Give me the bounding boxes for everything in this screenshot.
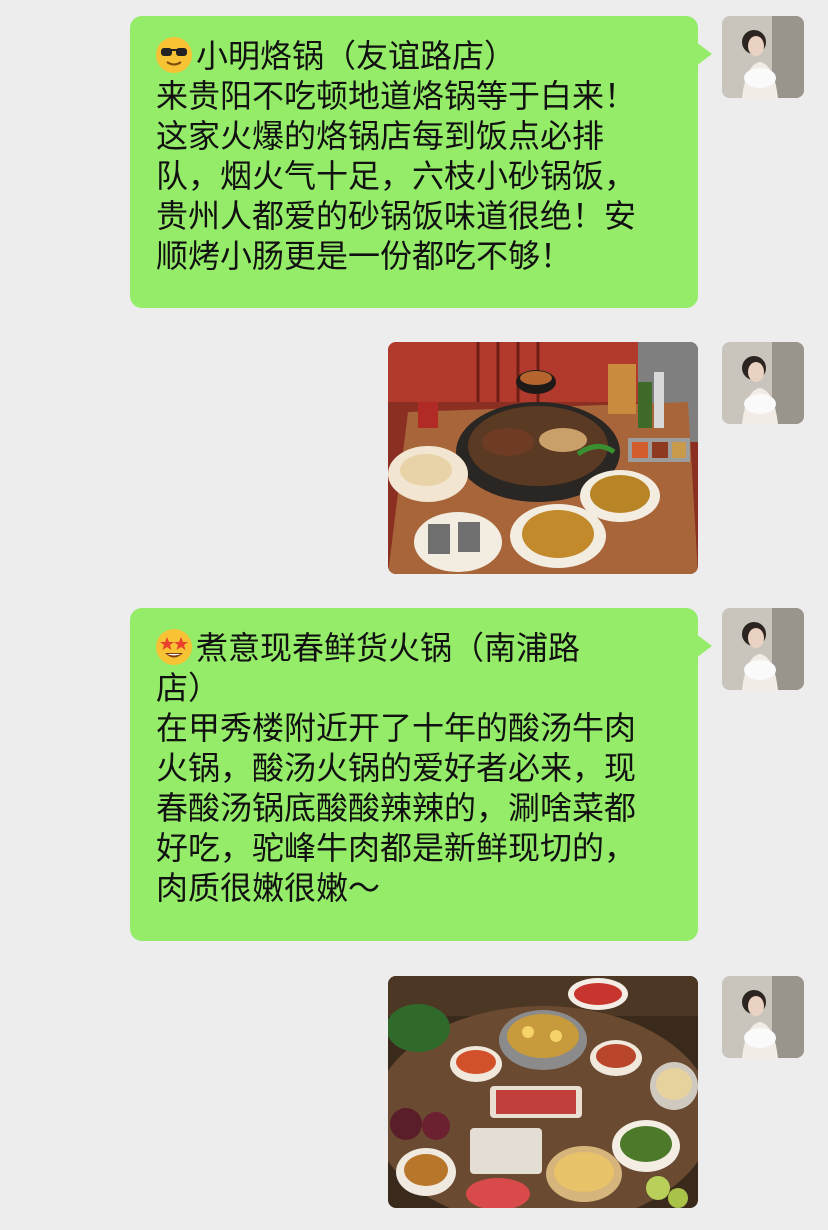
star-struck-emoji — [156, 629, 192, 665]
message-line: 贵州人都爱的砂锅饭味道很绝！安 — [156, 197, 637, 235]
sunglasses-emoji — [156, 37, 192, 73]
message-line: 在甲秀楼附近开了十年的酸汤牛肉 — [156, 709, 637, 747]
message-line: 火锅，酸汤火锅的爱好者必来，现 — [156, 749, 637, 787]
message-line: 店） — [156, 669, 221, 707]
avatar[interactable] — [722, 16, 804, 98]
sour-soup-hotpot-spread-photo[interactable] — [388, 976, 698, 1208]
hotpot-table-photo[interactable] — [388, 342, 698, 574]
message-line: 春酸汤锅底酸酸辣辣的，涮啥菜都 — [156, 789, 637, 827]
message-line: 队，烟火气十足，六枝小砂锅饭， — [156, 157, 637, 195]
avatar[interactable] — [722, 342, 804, 424]
message-line: 这家火爆的烙锅店每到饭点必排 — [156, 117, 605, 155]
avatar[interactable] — [722, 976, 804, 1058]
message-line: 煮意现春鲜货火锅（南浦路 — [156, 628, 674, 668]
avatar[interactable] — [722, 608, 804, 690]
message-line: 肉质很嫩很嫩～ — [156, 869, 381, 907]
message-line: 顺烤小肠更是一份都吃不够！ — [156, 237, 573, 275]
message-bubble[interactable]: 煮意现春鲜货火锅（南浦路 店） 在甲秀楼附近开了十年的酸汤牛肉 火锅，酸汤火锅的… — [130, 608, 712, 941]
message-bubble[interactable]: 小明烙锅（友谊路店） 来贵阳不吃顿地道烙锅等于白来！ 这家火爆的烙锅店每到饭点必… — [130, 16, 712, 308]
message-line: 小明烙锅（友谊路店） — [156, 36, 674, 76]
message-line: 好吃，驼峰牛肉都是新鲜现切的， — [156, 829, 637, 867]
message-line: 来贵阳不吃顿地道烙锅等于白来！ — [156, 77, 637, 115]
